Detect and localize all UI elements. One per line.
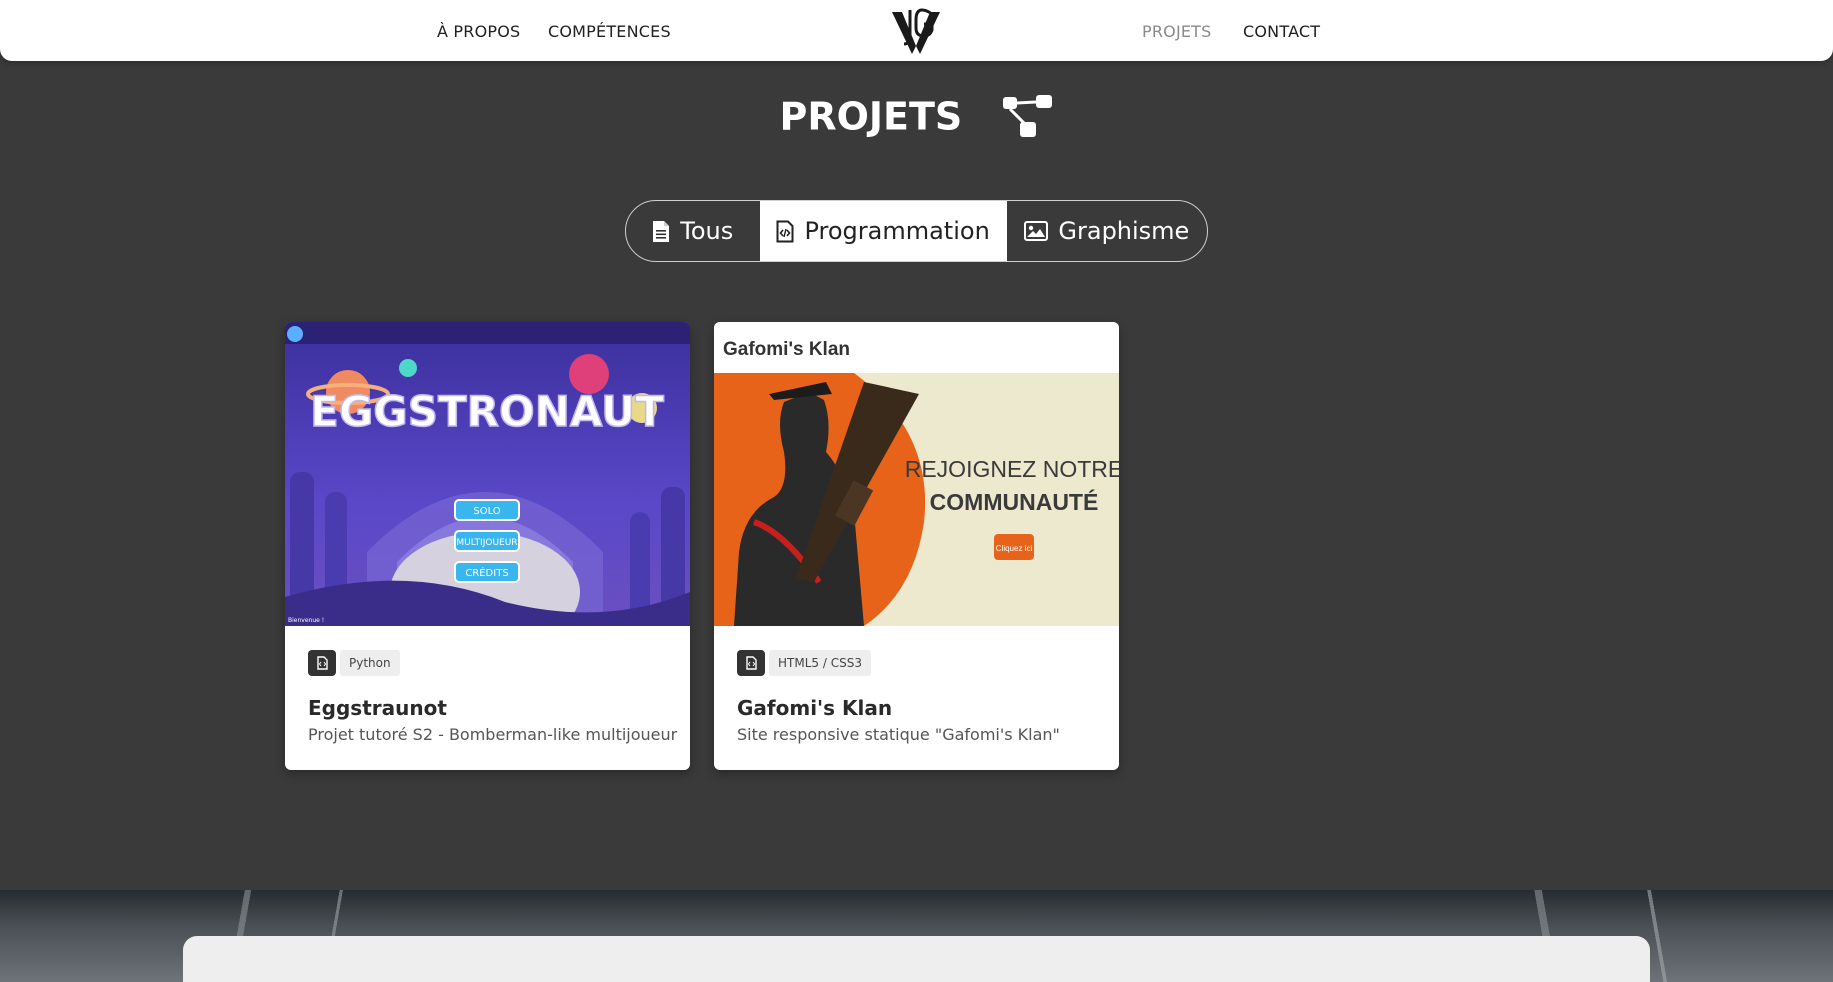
image-icon — [1024, 221, 1049, 241]
project-thumbnail: Gafomi's Klan REJOIGNEZ NOTRE COMMUNAUTÉ… — [714, 322, 1119, 626]
nav-link-competences[interactable]: COMPÉTENCES — [548, 22, 671, 41]
cta-button-art: Cliquez ici — [996, 544, 1033, 553]
project-card[interactable]: Gafomi's Klan REJOIGNEZ NOTRE COMMUNAUTÉ… — [714, 322, 1119, 770]
game-menu-credits: CRÉDITS — [465, 566, 508, 579]
project-card[interactable]: EGGSTRONAUT SOLO MULTIJOUEUR CRÉDITS Bie… — [285, 322, 690, 770]
game-footer-hint: Bienvenue ! — [288, 617, 324, 624]
section-heading: PROJETS — [0, 92, 1833, 139]
filter-all-label: Tous — [680, 217, 734, 245]
nav-link-projets[interactable]: PROJETS — [1142, 22, 1212, 41]
project-tag-label: HTML5 / CSS3 — [769, 650, 871, 676]
top-navbar: À PROPOS COMPÉTENCES PROJETS CONTACT — [0, 0, 1833, 61]
sitemap-icon — [1002, 94, 1052, 137]
file-icon — [653, 220, 670, 242]
game-menu-multi: MULTIJOUEUR — [456, 538, 517, 548]
project-tag-label: Python — [340, 650, 400, 676]
project-description: Projet tutoré S2 - Bomberman-like multij… — [308, 725, 678, 744]
file-code-icon — [308, 650, 336, 676]
project-thumbnail: EGGSTRONAUT SOLO MULTIJOUEUR CRÉDITS Bie… — [285, 322, 690, 626]
game-title-art: EGGSTRONAUT — [310, 387, 664, 436]
project-title: Gafomi's Klan — [737, 696, 893, 720]
filter-programming-label: Programmation — [804, 217, 990, 245]
project-description: Site responsive statique "Gafomi's Klan" — [737, 725, 1060, 744]
project-tag: Python — [308, 650, 400, 676]
headline-line-2: COMMUNAUTÉ — [930, 488, 1099, 515]
nav-link-contact[interactable]: CONTACT — [1243, 22, 1320, 41]
headline-line-1: REJOIGNEZ NOTRE — [905, 456, 1119, 482]
filter-graphic-button[interactable]: Graphisme — [1007, 201, 1207, 261]
project-tag: HTML5 / CSS3 — [737, 650, 871, 676]
file-code-icon — [776, 220, 794, 242]
filter-programming-button[interactable]: Programmation — [759, 201, 1007, 261]
site-name-art: Gafomi's Klan — [723, 339, 850, 360]
filter-graphic-label: Graphisme — [1058, 217, 1190, 245]
game-menu-solo: SOLO — [473, 506, 500, 517]
contact-panel — [183, 936, 1650, 982]
project-title: Eggstraunot — [308, 696, 447, 720]
project-filter-group: Tous Programmation Graphisme — [625, 200, 1208, 262]
section-title: PROJETS — [779, 94, 963, 139]
jg-logo-icon[interactable] — [888, 6, 944, 56]
file-code-icon — [737, 650, 765, 676]
filter-all-button[interactable]: Tous — [626, 201, 760, 261]
nav-link-a-propos[interactable]: À PROPOS — [437, 22, 520, 41]
